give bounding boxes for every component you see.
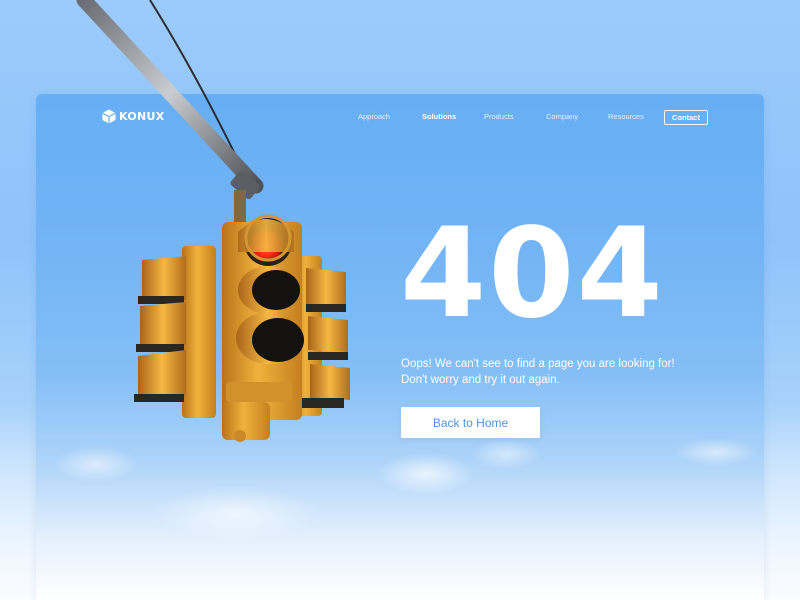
nav-link-approach[interactable]: Approach — [358, 112, 390, 121]
page-card: KONUX Approach Solutions Products Compan… — [36, 94, 764, 600]
cube-logo-icon — [102, 109, 116, 124]
nav-link-products[interactable]: Products — [484, 112, 514, 121]
top-nav: KONUX Approach Solutions Products Compan… — [36, 94, 764, 142]
sky-clouds — [36, 94, 764, 600]
nav-link-solutions[interactable]: Solutions — [422, 112, 456, 121]
error-message: Oops! We can't see to find a page you ar… — [401, 358, 675, 386]
nav-link-company[interactable]: Company — [546, 112, 578, 121]
error-code-heading: 404 — [400, 202, 665, 346]
brand-logo[interactable]: KONUX — [102, 109, 165, 124]
back-to-home-button[interactable]: Back to Home — [401, 407, 540, 438]
contact-button[interactable]: Contact — [664, 110, 708, 125]
nav-link-resources[interactable]: Resources — [608, 112, 644, 121]
brand-name: KONUX — [119, 110, 165, 123]
